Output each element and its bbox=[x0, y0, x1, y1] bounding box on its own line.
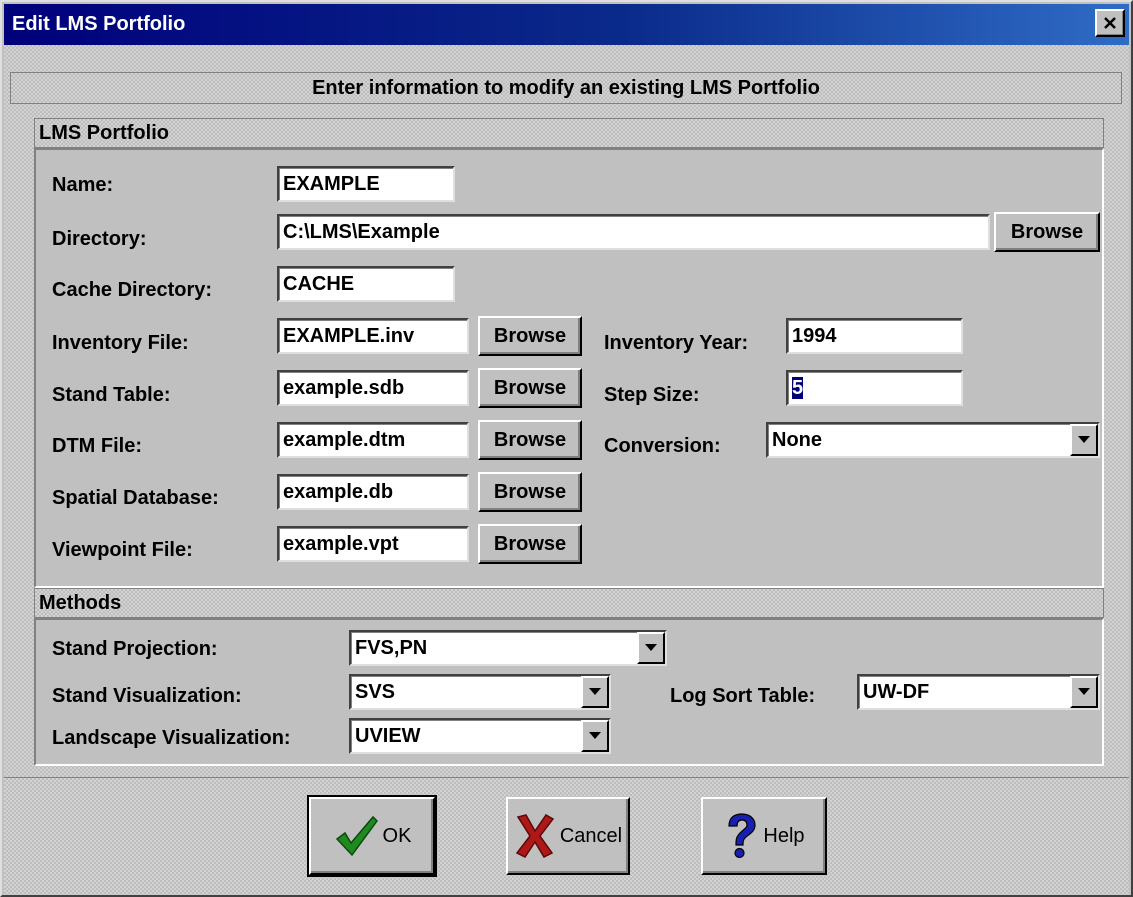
dtm-file-field[interactable]: example.dtm bbox=[277, 422, 469, 458]
inventory-file-label: Inventory File: bbox=[52, 332, 189, 354]
chevron-down-icon bbox=[589, 688, 601, 695]
stand-projection-select[interactable]: FVS,PN bbox=[349, 630, 667, 666]
stand-table-label: Stand Table: bbox=[52, 384, 171, 406]
spatial-database-browse-button[interactable]: Browse bbox=[478, 472, 582, 512]
cancel-button[interactable]: Cancel bbox=[506, 797, 630, 875]
log-sort-table-select[interactable]: UW-DF bbox=[857, 674, 1100, 710]
inventory-year-label: Inventory Year: bbox=[604, 332, 749, 354]
directory-label: Directory: bbox=[52, 228, 147, 250]
landscape-visualization-dropdown-button[interactable] bbox=[581, 720, 609, 752]
step-size-value: 5 bbox=[792, 377, 804, 399]
stand-projection-value: FVS,PN bbox=[355, 637, 428, 659]
directory-browse-button[interactable]: Browse bbox=[994, 212, 1100, 252]
stand-table-field[interactable]: example.sdb bbox=[277, 370, 469, 406]
stand-visualization-value: SVS bbox=[355, 681, 396, 703]
chevron-down-icon bbox=[1078, 436, 1090, 443]
log-sort-table-dropdown-button[interactable] bbox=[1070, 676, 1098, 708]
dtm-file-label: DTM File: bbox=[52, 435, 142, 457]
viewpoint-file-browse-button[interactable]: Browse bbox=[478, 524, 582, 564]
directory-field[interactable]: C:\LMS\Example bbox=[277, 214, 990, 250]
portfolio-section-label: LMS Portfolio bbox=[39, 121, 169, 144]
spatial-database-field[interactable]: example.db bbox=[277, 474, 469, 510]
inventory-file-browse-button[interactable]: Browse bbox=[478, 316, 582, 356]
instructions-text: Enter information to modify an existing … bbox=[312, 76, 820, 99]
conversion-value: None bbox=[772, 429, 822, 451]
ok-label: OK bbox=[382, 824, 412, 847]
stand-visualization-label: Stand Visualization: bbox=[52, 685, 242, 707]
dtm-file-browse-button[interactable]: Browse bbox=[478, 420, 582, 460]
stand-visualization-select[interactable]: SVS bbox=[349, 674, 611, 710]
viewpoint-file-label: Viewpoint File: bbox=[52, 539, 193, 561]
conversion-label: Conversion: bbox=[604, 435, 721, 457]
inventory-file-field[interactable]: EXAMPLE.inv bbox=[277, 318, 469, 354]
log-sort-table-label: Log Sort Table: bbox=[670, 685, 816, 707]
name-field[interactable]: EXAMPLE bbox=[277, 166, 455, 202]
close-icon bbox=[1104, 17, 1116, 29]
help-label: Help bbox=[763, 824, 805, 847]
landscape-visualization-select[interactable]: UVIEW bbox=[349, 718, 611, 754]
stand-projection-label: Stand Projection: bbox=[52, 638, 218, 660]
viewpoint-file-field[interactable]: example.vpt bbox=[277, 526, 469, 562]
chevron-down-icon bbox=[1078, 688, 1090, 695]
instructions-banner: Enter information to modify an existing … bbox=[10, 72, 1122, 104]
portfolio-section-header: LMS Portfolio bbox=[34, 118, 1104, 148]
methods-section-label: Methods bbox=[39, 591, 122, 614]
step-size-label: Step Size: bbox=[604, 384, 700, 406]
step-size-field[interactable]: 5 bbox=[786, 370, 963, 406]
methods-section-header: Methods bbox=[34, 588, 1104, 618]
cancel-label: Cancel bbox=[559, 824, 623, 847]
edit-lms-portfolio-dialog: Edit LMS Portfolio Enter information to … bbox=[0, 0, 1133, 897]
stand-projection-dropdown-button[interactable] bbox=[637, 632, 665, 664]
title-bar[interactable]: Edit LMS Portfolio bbox=[4, 4, 1129, 45]
ok-button[interactable]: OK bbox=[307, 795, 437, 877]
close-button[interactable] bbox=[1095, 9, 1125, 37]
checkmark-icon bbox=[335, 815, 378, 857]
chevron-down-icon bbox=[645, 644, 657, 651]
question-mark-icon bbox=[728, 813, 757, 859]
stand-table-browse-button[interactable]: Browse bbox=[478, 368, 582, 408]
log-sort-table-value: UW-DF bbox=[863, 681, 930, 703]
landscape-visualization-label: Landscape Visualization: bbox=[52, 727, 291, 749]
x-icon bbox=[515, 814, 554, 858]
landscape-visualization-value: UVIEW bbox=[355, 725, 421, 747]
name-label: Name: bbox=[52, 174, 114, 196]
cache-directory-field[interactable]: CACHE bbox=[277, 266, 455, 302]
cache-directory-label: Cache Directory: bbox=[52, 279, 213, 301]
window-title: Edit LMS Portfolio bbox=[12, 13, 186, 35]
help-button[interactable]: Help bbox=[701, 797, 827, 875]
stand-visualization-dropdown-button[interactable] bbox=[581, 676, 609, 708]
conversion-select[interactable]: None bbox=[766, 422, 1100, 458]
inventory-year-field[interactable]: 1994 bbox=[786, 318, 963, 354]
conversion-dropdown-button[interactable] bbox=[1070, 424, 1098, 456]
spatial-database-label: Spatial Database: bbox=[52, 487, 219, 509]
chevron-down-icon bbox=[589, 732, 601, 739]
